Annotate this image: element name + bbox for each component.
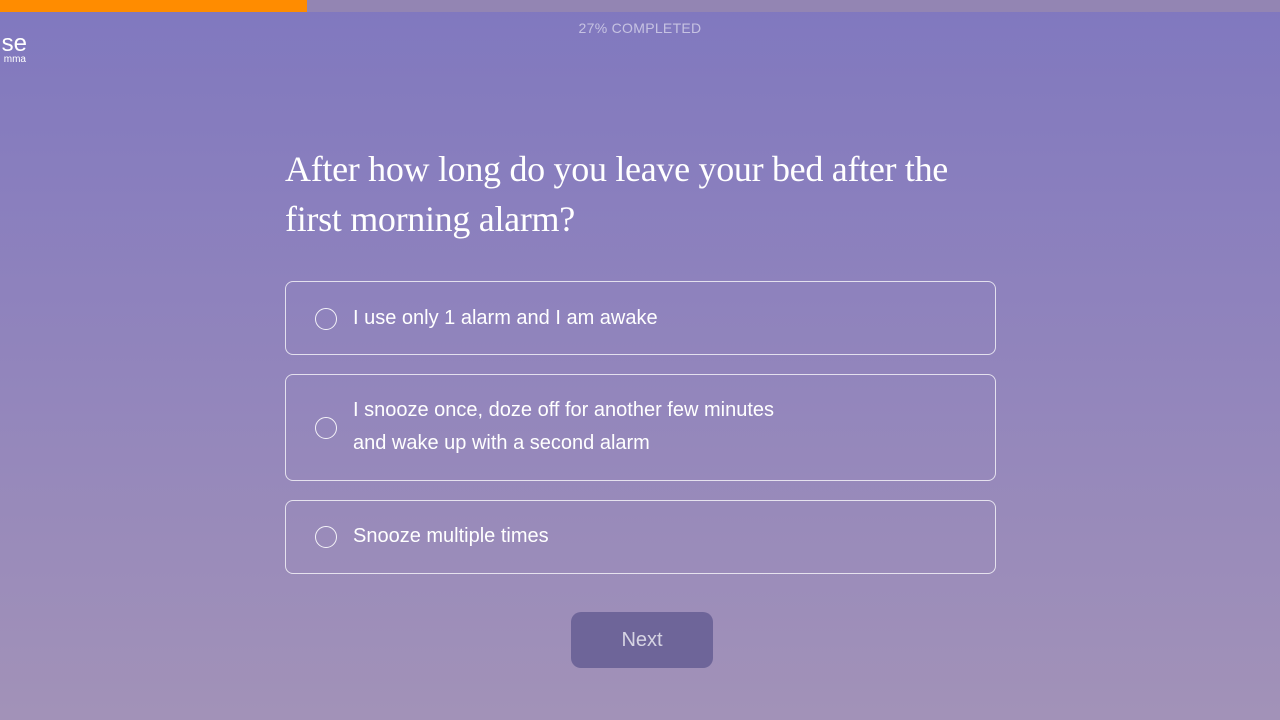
question-title: After how long do you leave your bed aft… xyxy=(285,149,948,239)
radio-circle-icon[interactable] xyxy=(315,526,337,548)
progress-label: 27% COMPLETED xyxy=(578,20,702,36)
answer-option-label: I use only 1 alarm and I am awake xyxy=(353,307,658,329)
brand-logo[interactable]: se mma xyxy=(0,32,30,66)
progress-bar xyxy=(0,0,1280,12)
next-button[interactable]: Next xyxy=(571,612,713,668)
logo-text: se xyxy=(1,32,27,57)
answer-option-1[interactable]: I use only 1 alarm and I am awake xyxy=(285,281,996,355)
logo-subtext: mma xyxy=(3,54,26,65)
answer-option-label: Snooze multiple times xyxy=(353,525,549,547)
answer-option-3[interactable]: Snooze multiple times xyxy=(285,500,996,574)
answer-option-label: I snooze once, doze off for another few … xyxy=(353,399,774,454)
answer-option-2[interactable]: I snooze once, doze off for another few … xyxy=(285,374,996,481)
radio-circle-icon[interactable] xyxy=(315,417,337,439)
progress-bar-fill xyxy=(0,0,308,12)
radio-circle-icon[interactable] xyxy=(315,308,337,330)
